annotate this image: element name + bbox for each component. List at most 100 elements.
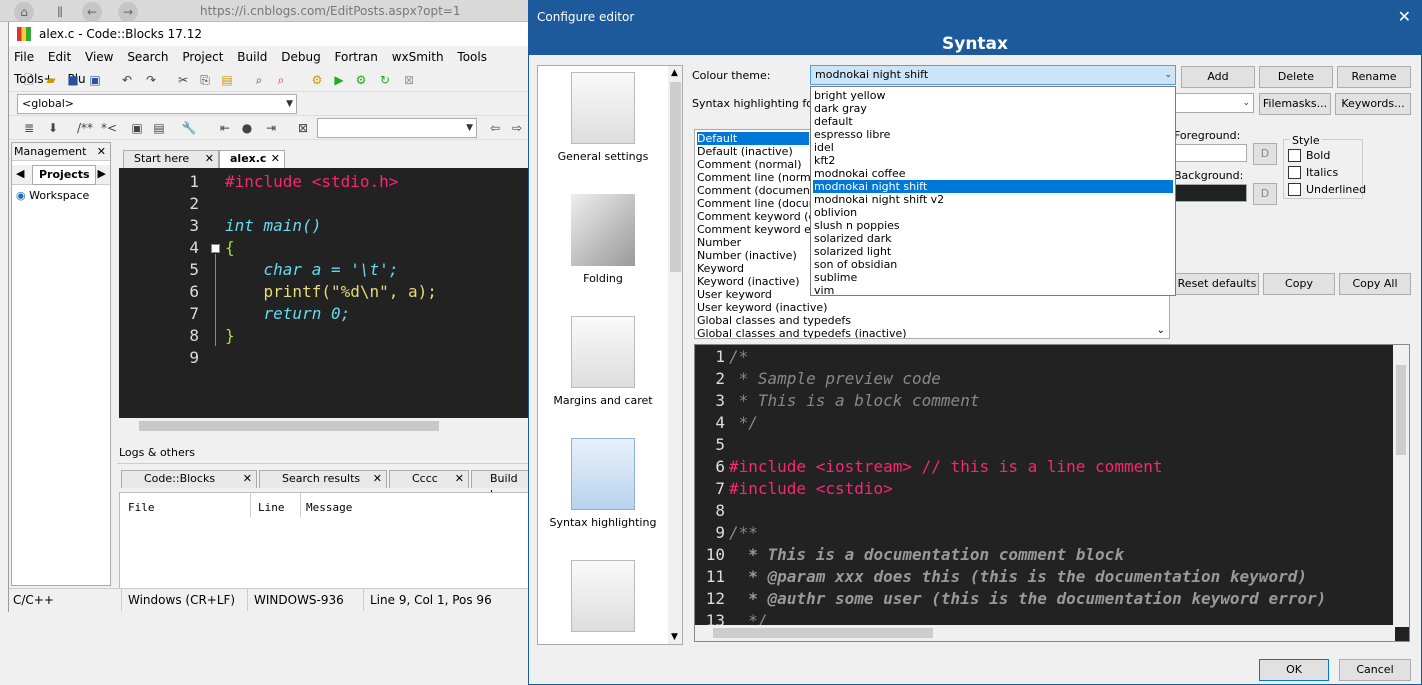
reset-defaults-button[interactable]: Reset defaults — [1175, 273, 1259, 295]
preview-hscrollbar[interactable] — [695, 625, 1395, 641]
close-icon[interactable]: ✕ — [455, 471, 464, 487]
style-item[interactable]: Global classes and typedefs — [697, 314, 851, 327]
colour-theme-dropdown[interactable]: bright yellow dark gray default espresso… — [810, 86, 1176, 297]
theme-option[interactable]: sublime — [813, 271, 1173, 284]
browser-url[interactable]: https://i.cnblogs.com/EditPosts.aspx?opt… — [200, 4, 460, 18]
clear-icon[interactable]: ⊠ — [295, 120, 311, 136]
copy-all-button[interactable]: Copy All — [1339, 273, 1411, 295]
close-icon[interactable]: ✕ — [243, 471, 252, 487]
theme-option[interactable]: son of obsidian — [813, 258, 1173, 271]
open-folder-icon[interactable]: ▰ — [43, 72, 59, 88]
rename-button[interactable]: Rename — [1337, 66, 1411, 88]
arrow-right-icon[interactable]: ⇨ — [509, 120, 525, 136]
scroll-thumb[interactable] — [713, 628, 933, 638]
close-icon[interactable]: ✕ — [271, 151, 280, 167]
theme-option[interactable]: solarized dark — [813, 232, 1173, 245]
fold-marker-icon[interactable] — [211, 244, 220, 253]
colour-theme-combo[interactable]: modnokai night shift ⌄ — [810, 65, 1176, 85]
chevron-up-icon[interactable]: ▲ — [671, 68, 678, 78]
theme-option-selected[interactable]: modnokai night shift — [813, 180, 1173, 193]
undo-icon[interactable]: ↶ — [119, 72, 135, 88]
scroll-thumb[interactable] — [1396, 365, 1406, 455]
redo-icon[interactable]: ↷ — [143, 72, 159, 88]
arrow-left-icon[interactable]: ⇦ — [487, 120, 503, 136]
category-folding[interactable]: Folding — [538, 194, 668, 285]
code-editor[interactable]: 1 2 3 4 5 6 7 8 9 #include <stdio.h> int… — [119, 168, 529, 418]
theme-option[interactable]: oblivion — [813, 206, 1173, 219]
style-item[interactable]: User keyword — [697, 288, 772, 301]
tab-alex-c[interactable]: alex.c ✕ — [219, 150, 285, 168]
keywords-button[interactable]: Keywords... — [1335, 93, 1411, 115]
add-button[interactable]: Add — [1181, 66, 1255, 88]
replace-icon[interactable]: ⌕ — [273, 72, 289, 88]
comment-button[interactable]: /** — [73, 120, 97, 136]
tab-right-icon[interactable]: ▶ — [98, 167, 106, 180]
theme-option[interactable]: idel — [813, 141, 1173, 154]
jump-icon[interactable]: ⬇ — [45, 120, 61, 136]
run-icon[interactable]: ▶ — [331, 72, 347, 88]
category-default-code[interactable] — [538, 560, 668, 638]
rebuild-icon[interactable]: ↻ — [377, 72, 393, 88]
comment-inline-button[interactable]: *< — [99, 120, 119, 136]
log-tab-codeblocks[interactable]: Code::Blocks ✕ — [121, 470, 257, 488]
build-gear-icon[interactable]: ⚙ — [309, 72, 325, 88]
menu-search[interactable]: Search — [127, 50, 168, 64]
menu-project[interactable]: Project — [182, 50, 223, 64]
chevron-down-icon[interactable]: ▼ — [671, 632, 678, 642]
save-all-icon[interactable]: ▣ — [87, 72, 103, 88]
style-item[interactable]: Keyword (inactive) — [697, 275, 800, 288]
theme-option[interactable]: vim — [813, 284, 1173, 297]
menu-build[interactable]: Build — [237, 50, 267, 64]
chevron-down-icon[interactable]: ⌄ — [1157, 325, 1165, 336]
next-bookmark-icon[interactable]: ⇥ — [263, 120, 279, 136]
style-item[interactable]: Default (inactive) — [697, 145, 793, 158]
menu-fortran[interactable]: Fortran — [335, 50, 378, 64]
bold-checkbox[interactable] — [1288, 149, 1301, 162]
theme-option[interactable]: modnokai coffee — [813, 167, 1173, 180]
style-item[interactable]: Keyword — [697, 262, 744, 275]
workspace-node[interactable]: ◉ Workspace — [16, 189, 89, 202]
library-icon[interactable]: ⫼ — [50, 2, 70, 22]
find-icon[interactable]: ⌕ — [251, 72, 267, 88]
cancel-button[interactable]: Cancel — [1339, 659, 1411, 681]
scroll-thumb[interactable] — [139, 421, 439, 431]
menu-debug[interactable]: Debug — [281, 50, 320, 64]
close-icon[interactable]: ✕ — [373, 471, 382, 487]
forward-icon[interactable]: → — [118, 2, 138, 22]
filemasks-button[interactable]: Filemasks... — [1259, 93, 1331, 115]
stack-icon[interactable]: ≣ — [21, 120, 37, 136]
style-item[interactable]: Number — [697, 236, 741, 249]
close-icon[interactable]: ✕ — [1398, 1, 1411, 33]
doxy-run-icon[interactable]: ▤ — [151, 120, 167, 136]
foreground-swatch[interactable] — [1175, 144, 1247, 162]
theme-option[interactable]: slush n poppies — [813, 219, 1173, 232]
theme-option[interactable]: kft2 — [813, 154, 1173, 167]
ok-button[interactable]: OK — [1259, 659, 1329, 681]
menu-edit[interactable]: Edit — [48, 50, 71, 64]
log-tab-cccc[interactable]: Cccc ✕ — [389, 470, 469, 488]
style-item[interactable]: Comment line (normal) — [697, 171, 825, 184]
prev-bookmark-icon[interactable]: ⇤ — [217, 120, 233, 136]
style-item[interactable]: Number (inactive) — [697, 249, 797, 262]
style-item[interactable]: Comment (normal) — [697, 158, 802, 171]
paste-icon[interactable]: ▤ — [219, 72, 235, 88]
tab-start-here[interactable]: Start here ✕ — [123, 150, 219, 168]
category-syntax-highlighting[interactable]: Syntax highlighting — [538, 438, 668, 529]
home-icon[interactable]: ⌂ — [14, 2, 34, 22]
log-tab-search[interactable]: Search results ✕ — [259, 470, 387, 488]
syntax-preview[interactable]: 1 2 3 4 5 6 7 8 9 10 11 12 13 /* * Sampl… — [694, 344, 1410, 642]
tab-projects[interactable]: Projects — [32, 165, 96, 185]
close-icon[interactable]: ✕ — [205, 151, 214, 167]
language-combo[interactable]: ⌄ — [1174, 93, 1254, 113]
cut-icon[interactable]: ✂ — [175, 72, 191, 88]
back-icon[interactable]: ← — [82, 2, 102, 22]
theme-option[interactable]: modnokai night shift v2 — [813, 193, 1173, 206]
bookmark-dot-icon[interactable]: ● — [239, 120, 255, 136]
category-scrollbar[interactable]: ▲ ▼ — [668, 66, 682, 644]
copy-button[interactable]: Copy — [1263, 273, 1335, 295]
delete-button[interactable]: Delete — [1259, 66, 1333, 88]
log-tab-build[interactable]: Build lo — [471, 470, 529, 501]
menu-wxsmith[interactable]: wxSmith — [392, 50, 444, 64]
style-item[interactable]: Global classes and typedefs (inactive) — [697, 327, 907, 338]
copy-icon[interactable]: ⎘ — [197, 72, 213, 88]
